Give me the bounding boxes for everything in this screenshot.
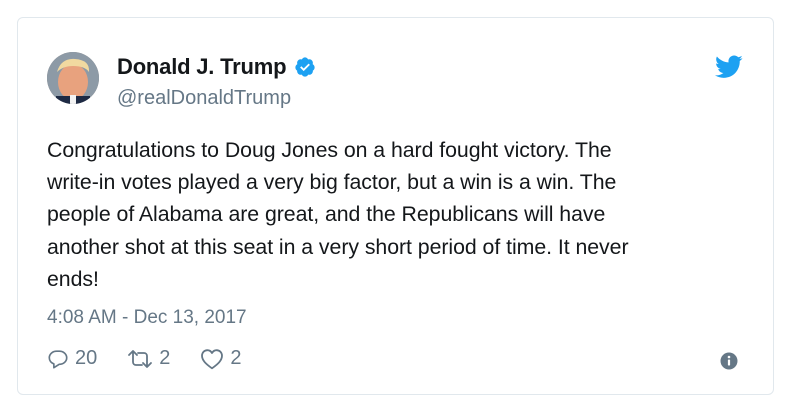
twitter-bird-icon[interactable] [715, 55, 743, 79]
tweet-text: Congratulations to Doug Jones on a hard … [47, 138, 629, 291]
retweet-button[interactable]: 2 [127, 347, 170, 370]
heart-icon [201, 348, 224, 369]
info-icon[interactable] [720, 352, 738, 370]
retweet-count: 2 [159, 347, 171, 369]
like-button[interactable]: 2 [200, 347, 242, 370]
action-bar: 20 2 2 [47, 347, 242, 370]
reply-button[interactable]: 20 [47, 347, 97, 370]
tweet-timestamp[interactable]: 4:08 AM - Dec 13, 2017 [47, 307, 247, 329]
retweet-icon [128, 349, 153, 368]
tweet-card: Donald J. Trump @realDonaldTrump Congrat… [17, 17, 774, 395]
avatar-image [47, 52, 99, 104]
avatar[interactable] [47, 52, 99, 104]
display-name[interactable]: Donald J. Trump [117, 54, 287, 80]
reply-count: 20 [75, 347, 98, 369]
user-handle[interactable]: @realDonaldTrump [117, 87, 291, 110]
author-row: Donald J. Trump [117, 54, 316, 80]
reply-icon [48, 349, 68, 369]
like-count: 2 [230, 347, 242, 369]
verified-badge-icon [294, 56, 316, 78]
